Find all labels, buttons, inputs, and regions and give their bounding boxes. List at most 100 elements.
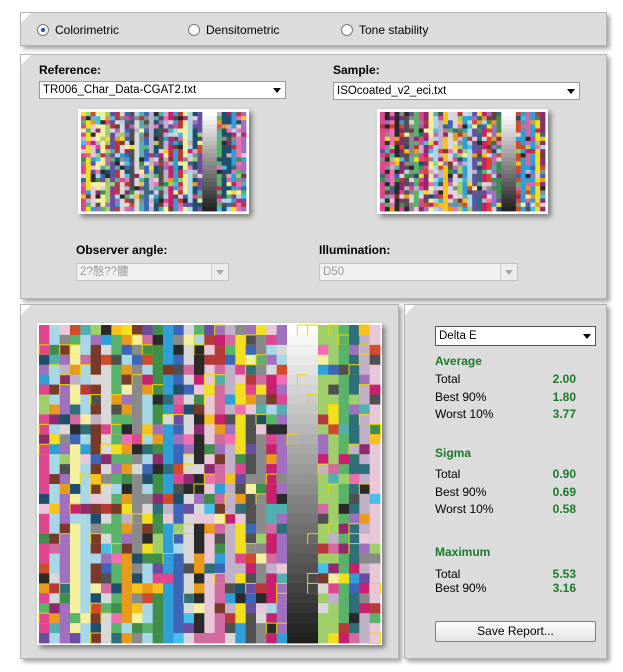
observer-angle-select[interactable]: 2?慤??髏: [76, 263, 229, 281]
color-patch: [384, 124, 391, 129]
color-patch: [153, 165, 160, 171]
color-patch: [287, 344, 298, 356]
color-patch: [221, 128, 227, 134]
color-patch: [121, 354, 133, 366]
color-patch: [338, 444, 350, 455]
color-patch: [231, 140, 237, 146]
color-patch: [70, 523, 81, 535]
color-patch: [236, 190, 242, 195]
color-patch: [477, 132, 483, 138]
color-patch: [530, 132, 536, 138]
color-patch: [49, 434, 61, 445]
color-patch: [182, 132, 189, 138]
color-patch: [221, 136, 227, 142]
color-patch: [197, 165, 203, 171]
color-patch: [404, 202, 410, 208]
color-patch: [491, 194, 497, 200]
color-patch: [535, 194, 541, 200]
color-patch: [457, 132, 463, 138]
color-patch: [525, 132, 531, 138]
highlighted-patch: [110, 423, 123, 436]
color-patch: [100, 136, 106, 142]
color-patch: [443, 202, 449, 208]
color-patch: [266, 344, 278, 356]
color-patch: [481, 194, 488, 200]
color-patch: [413, 132, 420, 138]
color-patch: [287, 325, 298, 336]
color-patch: [80, 563, 92, 574]
reference-select[interactable]: TR006_Char_Data-CGAT2.txt: [39, 81, 286, 99]
color-patch: [328, 434, 340, 445]
color-patch: [447, 145, 454, 150]
color-patch: [202, 198, 208, 204]
color-patch: [486, 173, 493, 179]
color-patch: [85, 140, 92, 146]
color-patch: [163, 165, 169, 171]
color-patch: [202, 120, 208, 125]
color-patch: [256, 325, 267, 336]
sample-select[interactable]: ISOcoated_v2_eci.txt: [333, 82, 580, 100]
color-patch: [132, 493, 143, 505]
color-patch: [194, 424, 205, 435]
color-patch: [530, 161, 536, 167]
color-patch: [438, 173, 444, 179]
color-patch: [90, 623, 102, 634]
color-patch: [369, 533, 381, 545]
color-patch: [197, 161, 203, 167]
color-patch: [59, 325, 71, 336]
color-patch: [501, 128, 507, 134]
color-patch: [256, 394, 267, 405]
color-patch: [85, 165, 92, 171]
color-patch: [139, 178, 145, 183]
color-patch: [132, 603, 143, 614]
color-patch: [276, 454, 288, 465]
color-patch: [241, 145, 247, 150]
color-patch: [225, 474, 236, 485]
color-patch: [148, 124, 155, 129]
color-patch: [194, 434, 205, 445]
color-patch: [457, 186, 463, 191]
color-patch: [452, 173, 459, 179]
color-patch: [467, 149, 473, 154]
illumination-select[interactable]: D50: [319, 263, 518, 281]
color-patch: [511, 169, 517, 175]
color-patch: [225, 603, 236, 614]
color-patch: [173, 633, 185, 644]
metric-select[interactable]: Delta E: [435, 326, 596, 346]
radio-tone-stability[interactable]: Tone stability: [341, 23, 428, 37]
color-patch: [457, 165, 463, 171]
color-patch: [307, 434, 319, 445]
color-patch: [409, 157, 415, 162]
color-patch: [266, 563, 278, 574]
highlighted-patch: [234, 384, 247, 396]
color-patch: [535, 140, 541, 146]
color-patch: [328, 344, 340, 356]
color-patch: [389, 116, 395, 121]
color-patch: [349, 374, 360, 386]
color-patch: [472, 161, 478, 167]
color-patch: [225, 503, 236, 515]
color-patch: [404, 173, 410, 179]
color-patch: [139, 132, 145, 138]
color-patch: [515, 132, 522, 138]
radio-densitometric[interactable]: Densitometric: [188, 23, 279, 37]
color-patch: [121, 623, 133, 634]
color-patch: [178, 194, 184, 200]
color-patch: [85, 120, 92, 125]
color-patch: [124, 128, 130, 134]
color-patch: [59, 603, 71, 614]
color-patch: [49, 513, 61, 525]
color-patch: [389, 128, 395, 134]
color-patch: [389, 132, 395, 138]
radio-colorimetric[interactable]: Colorimetric: [37, 23, 119, 37]
color-patch: [152, 553, 164, 564]
color-patch: [506, 198, 512, 204]
color-patch: [216, 124, 223, 129]
color-patch: [467, 116, 473, 121]
color-patch: [90, 157, 96, 162]
color-patch: [129, 140, 135, 146]
color-patch: [236, 198, 242, 204]
save-report-button[interactable]: Save Report...: [435, 621, 596, 642]
color-patch: [148, 194, 155, 200]
color-patch: [328, 503, 340, 515]
